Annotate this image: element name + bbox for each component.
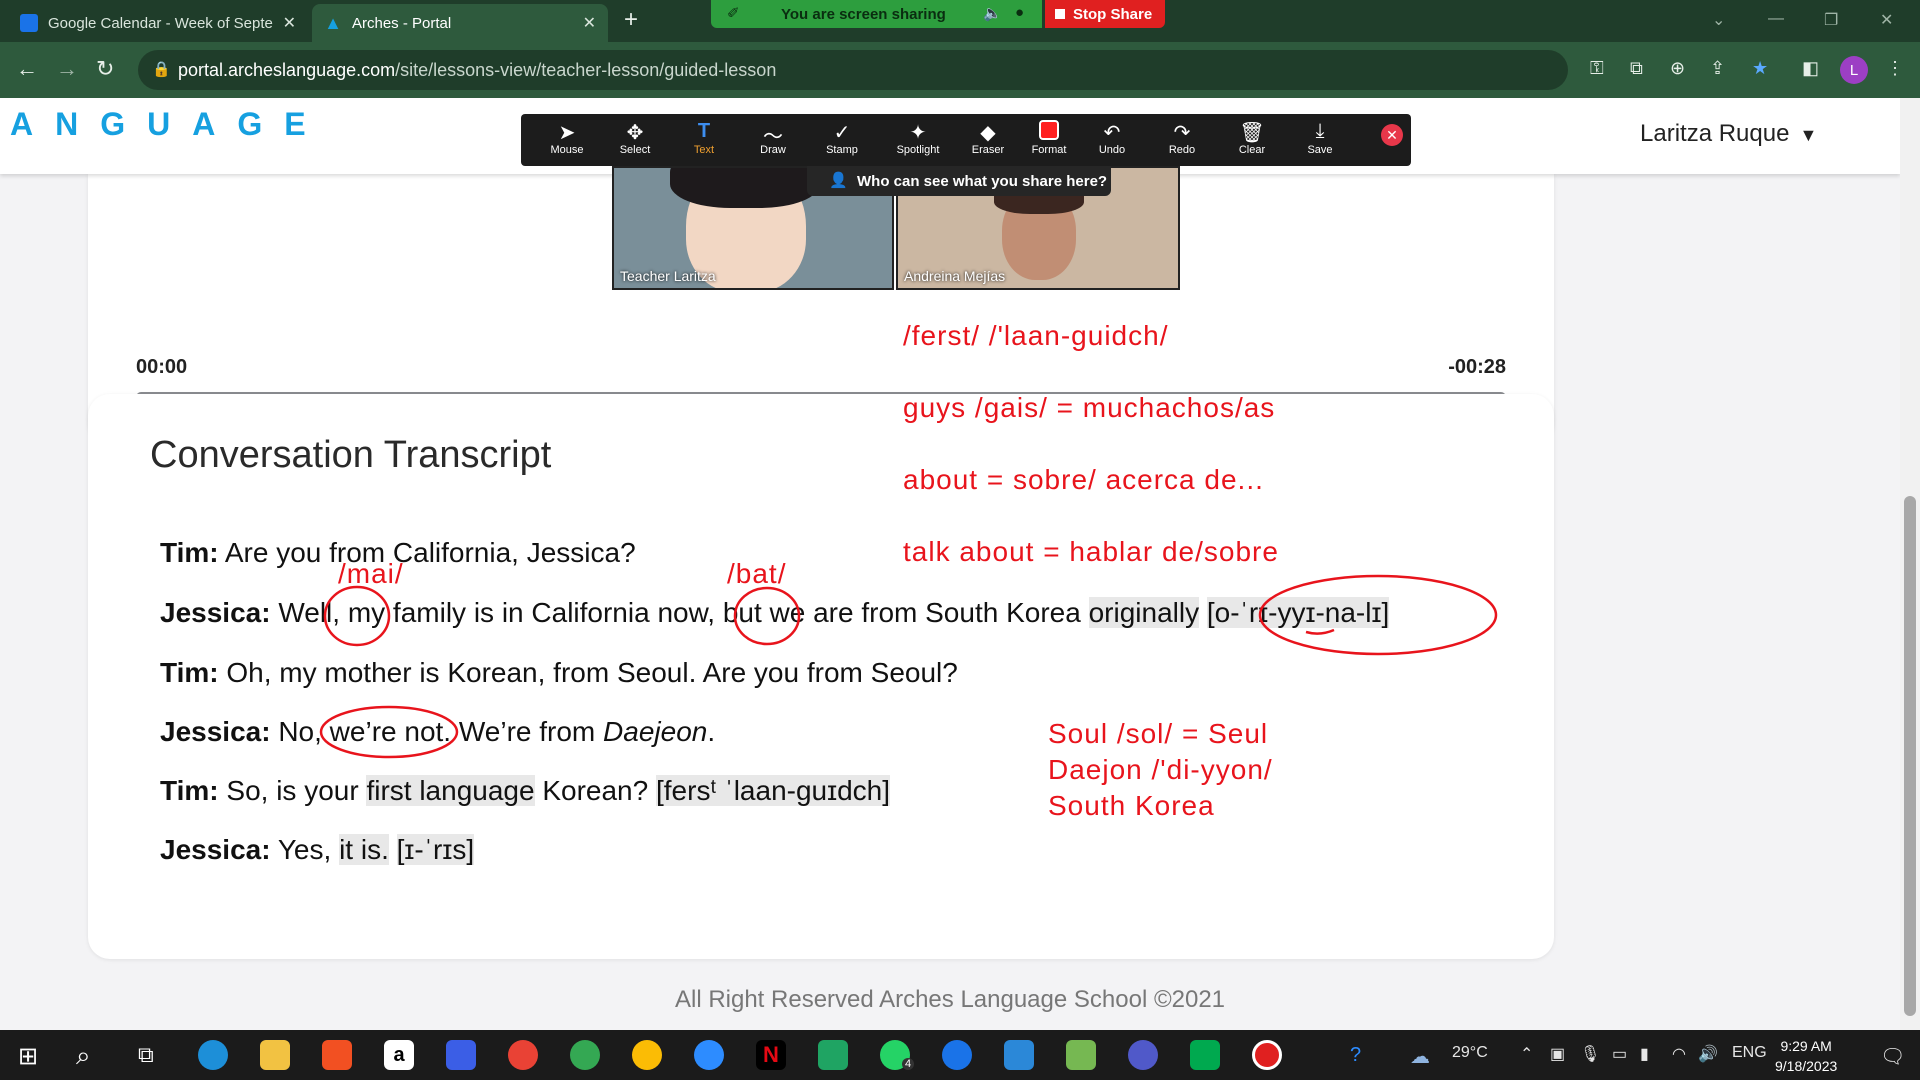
- move-icon: ✥: [626, 122, 644, 144]
- google-drive-icon[interactable]: [818, 1040, 848, 1070]
- tool-label: Clear: [1238, 144, 1266, 156]
- record-icon[interactable]: [1252, 1040, 1282, 1070]
- tool-label: Spotlight: [896, 144, 940, 156]
- chrome-profile2-icon[interactable]: [632, 1040, 662, 1070]
- tool-label: Mouse: [550, 144, 584, 156]
- volume-icon[interactable]: 🔊: [1698, 1044, 1718, 1064]
- circle-were-not: [319, 705, 459, 759]
- copilot-icon[interactable]: [446, 1040, 476, 1070]
- chrome-profile-icon[interactable]: [570, 1040, 600, 1070]
- display-icon[interactable]: ▭: [1612, 1044, 1627, 1064]
- tray-app-icon[interactable]: ▣: [1550, 1044, 1565, 1064]
- who-can-see-banner[interactable]: 👤 Who can see what you share here?: [807, 166, 1111, 196]
- participant-name: Teacher Laritza: [620, 268, 716, 284]
- save-icon: ⤓: [1315, 120, 1325, 142]
- close-toolbar-icon[interactable]: ✕: [1381, 124, 1403, 146]
- text-icon: T: [697, 120, 711, 142]
- whatsapp-badge: 4: [902, 1058, 915, 1070]
- spotlight-icon: ✦: [909, 122, 927, 144]
- tool-label: Format: [1031, 144, 1067, 156]
- tool-label: Stamp: [826, 144, 858, 156]
- battery-icon[interactable]: ▮: [1640, 1044, 1649, 1064]
- trash-icon: 🗑: [1239, 122, 1265, 144]
- clock-time: 9:29 AM: [1780, 1038, 1832, 1054]
- tool-label: Undo: [1098, 144, 1126, 156]
- search-icon[interactable]: ⌕: [76, 1040, 91, 1072]
- tool-redo[interactable]: ↷ Redo: [1151, 114, 1213, 166]
- temperature[interactable]: 29°C: [1452, 1044, 1488, 1062]
- eraser-icon: ◆: [980, 122, 996, 144]
- tool-select[interactable]: ✥ Select: [604, 114, 666, 166]
- zoom-icon[interactable]: [694, 1040, 724, 1070]
- tool-label: Draw: [760, 144, 786, 156]
- draw-icon: 〜: [763, 126, 783, 148]
- circle-my: [323, 585, 391, 647]
- tool-label: Save: [1307, 144, 1333, 156]
- tool-mouse[interactable]: ➤ Mouse: [536, 114, 598, 166]
- tool-draw[interactable]: 〜 Draw: [742, 114, 804, 166]
- tool-text[interactable]: T Text: [673, 114, 735, 166]
- redo-icon: ↷: [1173, 122, 1191, 144]
- who-can-see-label: Who can see what you share here?: [857, 172, 1108, 190]
- circle-but: [733, 586, 801, 646]
- help-icon[interactable]: ?: [1350, 1044, 1361, 1067]
- tool-save[interactable]: ⤓ Save: [1289, 114, 1351, 166]
- clock-date: 9/18/2023: [1775, 1058, 1838, 1074]
- tool-format[interactable]: Format: [1018, 114, 1080, 166]
- format-icon: [1018, 114, 1080, 144]
- underline-mark: [1305, 628, 1335, 635]
- tool-label: Eraser: [971, 144, 1005, 156]
- tool-label: Redo: [1168, 144, 1196, 156]
- teams-icon[interactable]: [1128, 1040, 1158, 1070]
- tool-spotlight[interactable]: ✦ Spotlight: [887, 114, 949, 166]
- netflix-icon[interactable]: N: [756, 1040, 786, 1070]
- tool-eraser[interactable]: ◆ Eraser: [957, 114, 1019, 166]
- tool-stamp[interactable]: ✓ Stamp: [811, 114, 873, 166]
- clock[interactable]: 9:29 AM 9/18/2023: [1775, 1036, 1837, 1076]
- tool-undo[interactable]: ↶ Undo: [1081, 114, 1143, 166]
- participant-name: Andreina Mejías: [904, 268, 1006, 284]
- store-icon[interactable]: [322, 1040, 352, 1070]
- windows-taskbar: ⊞ ⌕ ⧉ a N 4 ? ☁ 29°C ⌃ ▣ 🎙 ▭ ▮ ◠ 🔊 ENG 9…: [0, 1030, 1920, 1080]
- cursor-icon: ➤: [558, 122, 576, 144]
- chrome-profile3-icon[interactable]: [942, 1040, 972, 1070]
- mic-icon[interactable]: 🎙: [1580, 1044, 1600, 1064]
- stamp-icon: ✓: [833, 122, 851, 144]
- chrome-icon[interactable]: [508, 1040, 538, 1070]
- wifi-icon[interactable]: ◠: [1672, 1044, 1686, 1064]
- weather-icon[interactable]: ☁: [1410, 1044, 1430, 1069]
- circle-ipa: [1258, 574, 1498, 656]
- tool-clear[interactable]: 🗑 Clear: [1221, 114, 1283, 166]
- tool-label: Select: [619, 144, 651, 156]
- task-view-icon[interactable]: ⧉: [138, 1042, 154, 1068]
- annotation-toolbar: ➤ Mouse ✥ Select T Text 〜 Draw ✓ Stamp ✦ Spotl…: [521, 114, 1411, 166]
- edge-icon[interactable]: [198, 1040, 228, 1070]
- utorrent-icon[interactable]: [1066, 1040, 1096, 1070]
- file-explorer-icon[interactable]: [260, 1040, 290, 1070]
- person-icon: 👤: [829, 172, 848, 189]
- undo-icon: ↶: [1103, 122, 1121, 144]
- windows-start-icon[interactable]: ⊞: [18, 1042, 38, 1071]
- app-icon[interactable]: [1004, 1040, 1034, 1070]
- notifications-icon[interactable]: 🗨: [1880, 1044, 1905, 1069]
- amazon-icon[interactable]: a: [384, 1040, 414, 1070]
- language-indicator[interactable]: ENG: [1732, 1044, 1767, 1062]
- tray-chevron-icon[interactable]: ⌃: [1520, 1044, 1533, 1064]
- participant-hair: [670, 168, 820, 208]
- meet-icon[interactable]: [1190, 1040, 1220, 1070]
- tool-label: Text: [693, 144, 715, 156]
